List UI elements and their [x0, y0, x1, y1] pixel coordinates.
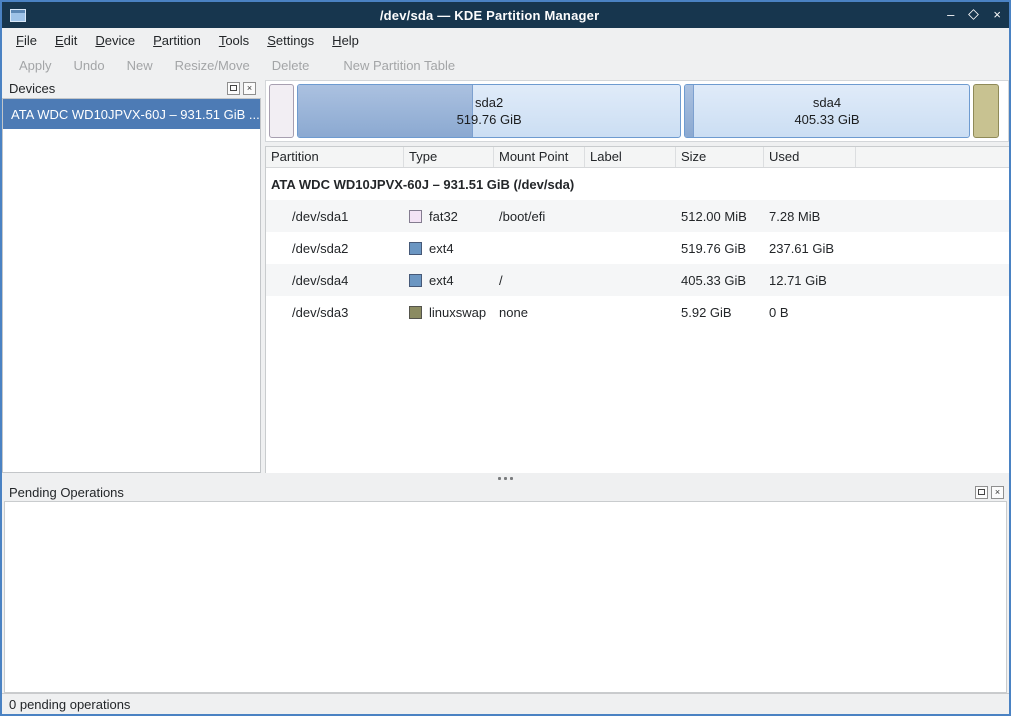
device-group-header[interactable]: ATA WDC WD10JPVX-60J – 931.51 GiB (/dev/… [266, 168, 1009, 200]
partition-segment-sda2[interactable]: sda2 519.76 GiB [297, 84, 681, 138]
splitter-handle-icon [504, 477, 507, 480]
cell-type: ext4 [429, 241, 454, 256]
maximize-icon [968, 9, 979, 20]
column-header-spacer [856, 147, 1009, 167]
device-list: ATA WDC WD10JPVX-60J – 931.51 GiB ... [2, 98, 261, 473]
cell-partition: /dev/sda4 [266, 273, 404, 288]
cell-used: 7.28 MiB [764, 209, 856, 224]
titlebar: /dev/sda — KDE Partition Manager – × [2, 2, 1009, 28]
column-header-used[interactable]: Used [764, 147, 856, 167]
menu-help[interactable]: Help [323, 30, 368, 51]
segment-size: 405.33 GiB [794, 111, 859, 128]
close-button[interactable]: × [993, 8, 1001, 22]
main-area: Devices × ATA WDC WD10JPVX-60J – 931.51 … [2, 78, 1009, 473]
cell-used: 237.61 GiB [764, 241, 856, 256]
minimize-button[interactable]: – [947, 8, 954, 22]
cell-size: 512.00 MiB [676, 209, 764, 224]
device-list-item[interactable]: ATA WDC WD10JPVX-60J – 931.51 GiB ... [3, 99, 260, 129]
cell-mount-point: none [494, 305, 585, 320]
fs-color-swatch [409, 274, 422, 287]
pending-operations-list [4, 501, 1007, 693]
fs-color-swatch [409, 210, 422, 223]
menu-settings[interactable]: Settings [258, 30, 323, 51]
column-header-mount-point[interactable]: Mount Point [494, 147, 585, 167]
undo-button[interactable]: Undo [63, 54, 116, 77]
delete-button[interactable]: Delete [261, 54, 321, 77]
close-icon: × [247, 83, 252, 93]
segment-size: 519.76 GiB [457, 111, 522, 128]
menu-file[interactable]: File [7, 30, 46, 51]
pending-operations-title: Pending Operations [9, 485, 975, 500]
pending-close-button[interactable]: × [991, 486, 1004, 499]
fs-color-swatch [409, 242, 422, 255]
devices-dock: Devices × ATA WDC WD10JPVX-60J – 931.51 … [2, 78, 261, 473]
cell-size: 405.33 GiB [676, 273, 764, 288]
app-window: /dev/sda — KDE Partition Manager – × Fil… [0, 0, 1011, 716]
table-row[interactable]: /dev/sda2 ext4 519.76 GiB 237.61 GiB [266, 232, 1009, 264]
right-area: sda2 519.76 GiB sda4 405.33 GiB Partitio… [261, 78, 1009, 473]
devices-dock-title: Devices [9, 81, 227, 96]
pending-float-button[interactable] [975, 486, 988, 499]
column-header-partition[interactable]: Partition [266, 147, 404, 167]
table-row[interactable]: /dev/sda1 fat32 /boot/efi 512.00 MiB 7.2… [266, 200, 1009, 232]
cell-used: 12.71 GiB [764, 273, 856, 288]
menu-edit[interactable]: Edit [46, 30, 86, 51]
menu-device[interactable]: Device [86, 30, 144, 51]
table-header-row: Partition Type Mount Point Label Size Us… [266, 147, 1009, 168]
dock-splitter[interactable] [2, 473, 1009, 483]
cell-mount-point: /boot/efi [494, 209, 585, 224]
float-icon [230, 85, 237, 91]
partition-segment-sda3[interactable] [973, 84, 999, 138]
partition-segment-sda1[interactable] [269, 84, 294, 138]
cell-partition: /dev/sda2 [266, 241, 404, 256]
cell-used: 0 B [764, 305, 856, 320]
close-icon: × [995, 487, 1000, 497]
cell-mount-point: / [494, 273, 585, 288]
cell-type: ext4 [429, 273, 454, 288]
cell-size: 519.76 GiB [676, 241, 764, 256]
cell-partition: /dev/sda3 [266, 305, 404, 320]
cell-type: linuxswap [429, 305, 486, 320]
devices-dock-titlebar: Devices × [2, 78, 261, 98]
app-icon [10, 9, 26, 22]
pending-operations-titlebar: Pending Operations × [2, 483, 1009, 501]
window-title: /dev/sda — KDE Partition Manager [32, 8, 947, 23]
partition-table: Partition Type Mount Point Label Size Us… [265, 146, 1009, 473]
table-row[interactable]: /dev/sda4 ext4 / 405.33 GiB 12.71 GiB [266, 264, 1009, 296]
new-button[interactable]: New [116, 54, 164, 77]
float-icon [978, 489, 985, 495]
maximize-button[interactable] [969, 8, 978, 22]
cell-partition: /dev/sda1 [266, 209, 404, 224]
menubar: File Edit Device Partition Tools Setting… [2, 28, 1009, 52]
statusbar: 0 pending operations [2, 693, 1009, 714]
menu-tools[interactable]: Tools [210, 30, 258, 51]
menu-partition[interactable]: Partition [144, 30, 210, 51]
disk-partition-bar: sda2 519.76 GiB sda4 405.33 GiB [265, 80, 1009, 142]
new-partition-table-button[interactable]: New Partition Table [332, 54, 466, 77]
cell-size: 5.92 GiB [676, 305, 764, 320]
column-header-size[interactable]: Size [676, 147, 764, 167]
partition-segment-sda4[interactable]: sda4 405.33 GiB [684, 84, 970, 138]
devices-close-button[interactable]: × [243, 82, 256, 95]
toolbar: Apply Undo New Resize/Move Delete New Pa… [2, 52, 1009, 78]
resize-move-button[interactable]: Resize/Move [164, 54, 261, 77]
devices-float-button[interactable] [227, 82, 240, 95]
segment-name: sda2 [475, 94, 503, 111]
apply-button[interactable]: Apply [8, 54, 63, 77]
table-row[interactable]: /dev/sda3 linuxswap none 5.92 GiB 0 B [266, 296, 1009, 328]
fs-color-swatch [409, 306, 422, 319]
column-header-type[interactable]: Type [404, 147, 494, 167]
segment-name: sda4 [813, 94, 841, 111]
status-text: 0 pending operations [9, 697, 130, 712]
device-label: ATA WDC WD10JPVX-60J – 931.51 GiB ... [11, 107, 260, 122]
cell-type: fat32 [429, 209, 458, 224]
column-header-label[interactable]: Label [585, 147, 676, 167]
